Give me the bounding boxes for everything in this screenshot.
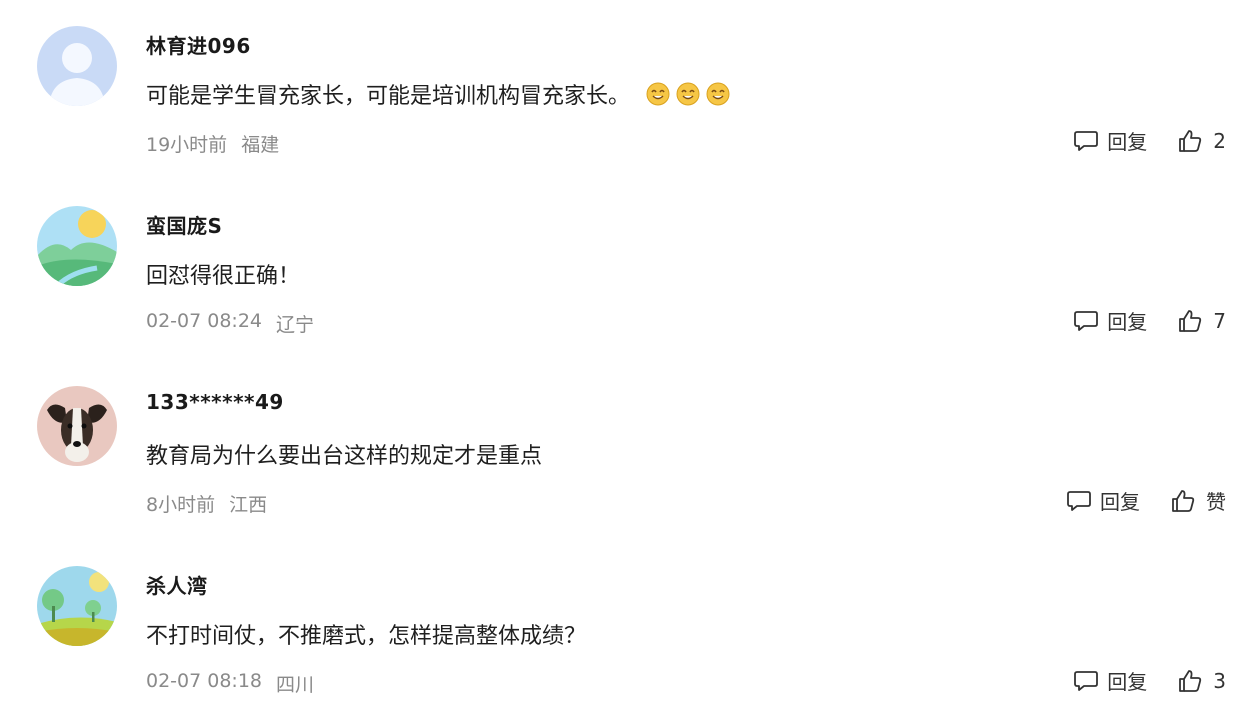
- avatar[interactable]: [37, 386, 117, 466]
- chat-bubble-icon: [1067, 490, 1091, 511]
- comment-actions: 回复 3: [1073, 666, 1226, 695]
- like-count: 赞: [1206, 490, 1226, 514]
- like-button[interactable]: 7: [1177, 308, 1226, 334]
- thumbs-up-icon: [1179, 309, 1202, 332]
- landscape-sun-icon: [37, 206, 117, 286]
- comment-meta: 8小时前 江西: [146, 490, 267, 517]
- thumbs-up-icon: [1172, 489, 1195, 512]
- like-button[interactable]: 2: [1177, 128, 1226, 154]
- reply-button[interactable]: 回复: [1073, 126, 1147, 155]
- comment-actions: 回复 赞: [1066, 486, 1226, 515]
- username[interactable]: 蛮国庞S: [146, 210, 222, 239]
- comment-text-row: 教育局为什么要出台这样的规定才是重点: [146, 438, 542, 470]
- location: 江西: [229, 494, 268, 516]
- timestamp: 8小时前: [146, 494, 216, 516]
- default-person-icon: [37, 26, 117, 106]
- comment-meta: 19小时前 福建: [146, 130, 279, 157]
- comment-text-row: 不打时间仗，不推磨式，怎样提高整体成绩？: [146, 618, 586, 650]
- like-count: 2: [1213, 128, 1226, 153]
- location: 福建: [241, 134, 280, 156]
- comment-text-row: 回怼得很正确！: [146, 258, 300, 290]
- comment-text: 教育局为什么要出台这样的规定才是重点: [146, 444, 543, 469]
- like-button[interactable]: 3: [1177, 668, 1226, 694]
- dog-photo-icon: [37, 386, 117, 466]
- reply-label: 回复: [1107, 130, 1148, 154]
- timestamp: 02-07 08:24: [146, 310, 263, 332]
- comment-actions: 回复 2: [1073, 126, 1226, 155]
- avatar[interactable]: [37, 206, 117, 286]
- reply-label: 回复: [1107, 670, 1148, 694]
- reply-label: 回复: [1107, 310, 1148, 334]
- chat-bubble-icon: [1074, 130, 1099, 151]
- reply-button[interactable]: 回复: [1073, 666, 1147, 695]
- chat-bubble-icon: [1074, 670, 1099, 691]
- thumbs-up-icon: [1179, 669, 1202, 692]
- username[interactable]: 杀人湾: [146, 570, 208, 599]
- landscape-trees-icon: [37, 566, 117, 646]
- comment-item: 林育进096 可能是学生冒充家长，可能是培训机构冒充家长。 19小时前 福建 回…: [0, 0, 1246, 180]
- comment-text-row: 可能是学生冒充家长，可能是培训机构冒充家长。: [146, 78, 730, 110]
- username[interactable]: 133******49: [146, 390, 284, 414]
- comment-meta: 02-07 08:18 四川: [146, 670, 314, 697]
- smile-emoji-icon: [676, 82, 700, 106]
- comment-item: 杀人湾 不打时间仗，不推磨式，怎样提高整体成绩？ 02-07 08:18 四川 …: [0, 540, 1246, 720]
- like-count: 7: [1213, 308, 1226, 333]
- comment-item: 133******49 教育局为什么要出台这样的规定才是重点 8小时前 江西 回…: [0, 360, 1246, 540]
- location: 四川: [276, 674, 315, 696]
- comment-text: 可能是学生冒充家长，可能是培训机构冒充家长。: [146, 84, 631, 109]
- comment-meta: 02-07 08:24 辽宁: [146, 310, 314, 337]
- comment-actions: 回复 7: [1073, 306, 1226, 335]
- location: 辽宁: [276, 314, 315, 336]
- username[interactable]: 林育进096: [146, 30, 251, 59]
- reply-button[interactable]: 回复: [1073, 306, 1147, 335]
- avatar[interactable]: [37, 26, 117, 106]
- smile-emoji-icon: [646, 82, 670, 106]
- timestamp: 02-07 08:18: [146, 670, 263, 692]
- comment-item: 蛮国庞S 回怼得很正确！ 02-07 08:24 辽宁 回复 7: [0, 180, 1246, 360]
- reply-button[interactable]: 回复: [1066, 486, 1140, 515]
- avatar[interactable]: [37, 566, 117, 646]
- comment-text: 不打时间仗，不推磨式，怎样提高整体成绩？: [146, 624, 587, 649]
- thumbs-up-icon: [1179, 129, 1202, 152]
- smile-emoji-icon: [706, 82, 730, 106]
- chat-bubble-icon: [1074, 310, 1099, 331]
- like-count: 3: [1213, 668, 1226, 693]
- reply-label: 回复: [1100, 490, 1140, 514]
- like-button[interactable]: 赞: [1170, 486, 1226, 515]
- timestamp: 19小时前: [146, 134, 228, 156]
- comment-text: 回怼得很正确！: [146, 264, 301, 289]
